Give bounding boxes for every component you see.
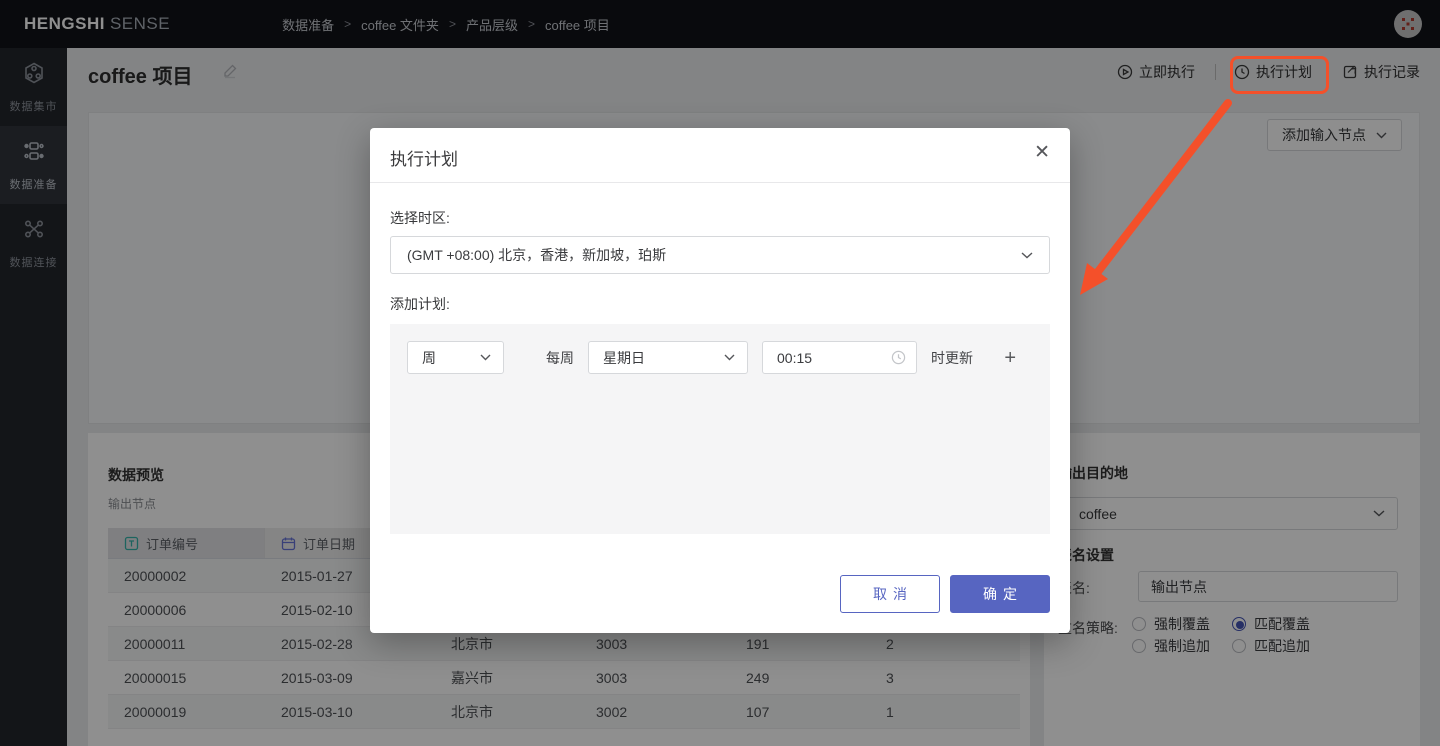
annotation-highlight-box xyxy=(1230,56,1329,94)
frequency-value: 周 xyxy=(422,348,480,368)
add-schedule-button[interactable]: + xyxy=(1004,348,1016,368)
every-week-label: 每周 xyxy=(546,348,574,368)
chevron-down-icon xyxy=(480,354,491,361)
chevron-down-icon xyxy=(1021,252,1033,259)
frequency-select[interactable]: 周 xyxy=(407,341,504,374)
dialog-header: 执行计划 ✕ xyxy=(370,128,1070,183)
close-icon[interactable]: ✕ xyxy=(1034,143,1050,162)
timezone-value: (GMT +08:00) 北京，香港，新加坡，珀斯 xyxy=(407,245,1021,265)
schedule-row: 周 每周 星期日 00:15 xyxy=(407,341,1034,374)
time-input[interactable]: 00:15 xyxy=(762,341,917,374)
dialog-title: 执行计划 xyxy=(390,145,458,170)
app-window: HENGSHISENSE 数据准备 > coffee 文件夹 > 产品层级 > … xyxy=(0,0,1440,746)
clock-icon xyxy=(891,350,906,365)
add-plan-label: 添加计划: xyxy=(390,294,450,314)
chevron-down-icon xyxy=(724,354,735,361)
timezone-select[interactable]: (GMT +08:00) 北京，香港，新加坡，珀斯 xyxy=(390,236,1050,274)
dialog-footer: 取消 确定 xyxy=(840,575,1050,613)
update-suffix-label: 时更新 xyxy=(931,348,973,368)
cancel-button[interactable]: 取消 xyxy=(840,575,940,613)
weekday-value: 星期日 xyxy=(603,348,724,368)
weekday-select[interactable]: 星期日 xyxy=(588,341,748,374)
timezone-label: 选择时区: xyxy=(390,208,450,228)
time-value: 00:15 xyxy=(777,350,891,366)
schedule-dialog: 执行计划 ✕ 选择时区: (GMT +08:00) 北京，香港，新加坡，珀斯 添… xyxy=(370,128,1070,633)
confirm-button[interactable]: 确定 xyxy=(950,575,1050,613)
schedule-list-panel: 周 每周 星期日 00:15 xyxy=(390,324,1050,534)
